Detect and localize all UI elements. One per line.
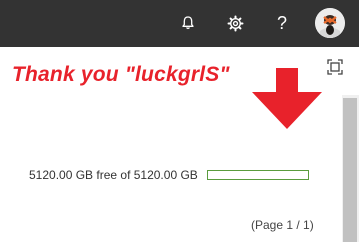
avatar-image [315, 8, 345, 38]
avatar[interactable] [315, 8, 345, 38]
fullscreen-icon [327, 59, 343, 75]
storage-usage-bar [207, 170, 309, 180]
down-arrow-annotation [252, 68, 322, 129]
top-bar: ? [0, 0, 359, 47]
notifications-button[interactable] [174, 9, 202, 37]
bell-icon [182, 16, 194, 30]
thank-you-annotation: Thank you "luckgrlS" [12, 63, 230, 86]
scrollbar-thumb[interactable] [343, 98, 357, 242]
fullscreen-button[interactable] [326, 58, 344, 76]
settings-button[interactable] [221, 9, 249, 37]
gear-icon [227, 15, 243, 31]
help-button[interactable]: ? [268, 9, 296, 37]
page-indicator: (Page 1 / 1) [251, 218, 314, 232]
help-icon: ? [276, 13, 287, 33]
storage-status-text: 5120.00 GB free of 5120.00 GB [29, 168, 198, 182]
